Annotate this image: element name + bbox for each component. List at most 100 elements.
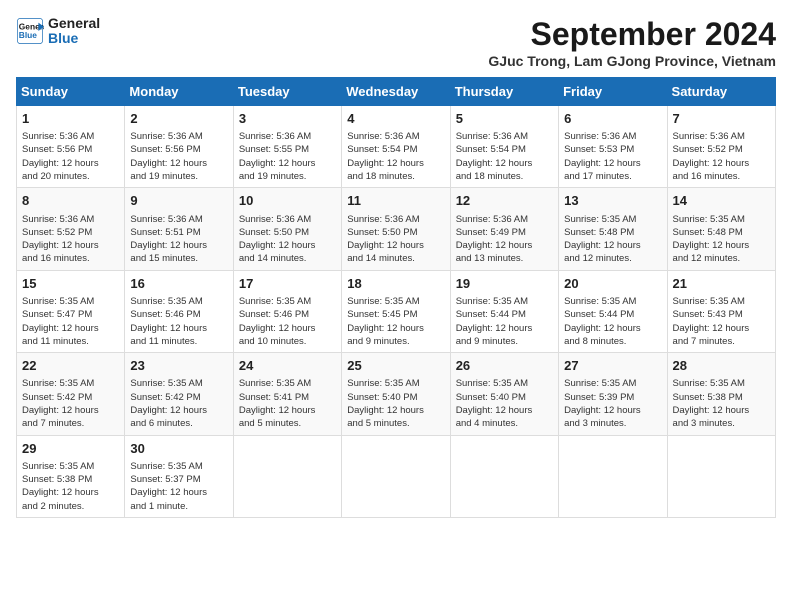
day-cell: 24 Sunrise: 5:35 AM Sunset: 5:41 PM Dayli… <box>233 353 341 435</box>
day-info: Sunrise: 5:35 AM Sunset: 5:43 PM Dayligh… <box>673 295 770 348</box>
svg-text:Blue: Blue <box>19 30 37 40</box>
week-row-4: 22 Sunrise: 5:35 AM Sunset: 5:42 PM Dayli… <box>17 353 776 435</box>
day-cell: 29 Sunrise: 5:35 AM Sunset: 5:38 PM Dayli… <box>17 435 125 517</box>
day-cell <box>667 435 775 517</box>
day-number: 24 <box>239 357 336 375</box>
day-info: Sunrise: 5:36 AM Sunset: 5:56 PM Dayligh… <box>130 130 227 183</box>
day-info: Sunrise: 5:36 AM Sunset: 5:50 PM Dayligh… <box>239 213 336 266</box>
day-number: 15 <box>22 275 119 293</box>
day-cell: 10Sunrise: 5:36 AM Sunset: 5:50 PM Dayli… <box>233 188 341 270</box>
calendar-table: SundayMondayTuesdayWednesdayThursdayFrid… <box>16 77 776 518</box>
logo-blue: Blue <box>48 31 100 46</box>
header: General Blue General Blue September 2024… <box>16 16 776 69</box>
day-number: 1 <box>22 110 119 128</box>
day-cell: 8 Sunrise: 5:36 AM Sunset: 5:52 PM Daylig… <box>17 188 125 270</box>
day-cell <box>450 435 558 517</box>
day-cell: 19 Sunrise: 5:35 AM Sunset: 5:44 PM Dayli… <box>450 270 558 352</box>
day-cell: 16 Sunrise: 5:35 AM Sunset: 5:46 PM Dayli… <box>125 270 233 352</box>
day-cell: 6 Sunrise: 5:36 AM Sunset: 5:53 PM Daylig… <box>559 106 667 188</box>
day-number: 27 <box>564 357 661 375</box>
week-row-5: 29 Sunrise: 5:35 AM Sunset: 5:38 PM Dayli… <box>17 435 776 517</box>
day-number: 3 <box>239 110 336 128</box>
week-row-2: 8 Sunrise: 5:36 AM Sunset: 5:52 PM Daylig… <box>17 188 776 270</box>
day-info: Sunrise: 5:35 AM Sunset: 5:46 PM Dayligh… <box>130 295 227 348</box>
month-title: September 2024 <box>488 16 776 53</box>
day-info: Sunrise: 5:35 AM Sunset: 5:44 PM Dayligh… <box>456 295 553 348</box>
day-number: 2 <box>130 110 227 128</box>
day-cell: 13Sunrise: 5:35 AM Sunset: 5:48 PM Dayli… <box>559 188 667 270</box>
day-number: 26 <box>456 357 553 375</box>
day-cell: 27 Sunrise: 5:35 AM Sunset: 5:39 PM Dayli… <box>559 353 667 435</box>
day-info: Sunrise: 5:36 AM Sunset: 5:49 PM Dayligh… <box>456 213 553 266</box>
day-info: Sunrise: 5:35 AM Sunset: 5:45 PM Dayligh… <box>347 295 444 348</box>
day-cell: 18 Sunrise: 5:35 AM Sunset: 5:45 PM Dayli… <box>342 270 450 352</box>
day-number: 16 <box>130 275 227 293</box>
day-info: Sunrise: 5:35 AM Sunset: 5:40 PM Dayligh… <box>456 377 553 430</box>
day-cell: 9 Sunrise: 5:36 AM Sunset: 5:51 PM Daylig… <box>125 188 233 270</box>
day-number: 11 <box>347 192 444 210</box>
day-number: 7 <box>673 110 770 128</box>
day-cell: 22Sunrise: 5:35 AM Sunset: 5:42 PM Dayli… <box>17 353 125 435</box>
day-number: 14 <box>673 192 770 210</box>
col-header-sunday: Sunday <box>17 78 125 106</box>
day-info: Sunrise: 5:36 AM Sunset: 5:52 PM Dayligh… <box>673 130 770 183</box>
day-number: 8 <box>22 192 119 210</box>
day-info: Sunrise: 5:36 AM Sunset: 5:53 PM Dayligh… <box>564 130 661 183</box>
day-info: Sunrise: 5:35 AM Sunset: 5:44 PM Dayligh… <box>564 295 661 348</box>
day-cell: 14 Sunrise: 5:35 AM Sunset: 5:48 PM Dayli… <box>667 188 775 270</box>
col-header-tuesday: Tuesday <box>233 78 341 106</box>
day-info: Sunrise: 5:35 AM Sunset: 5:46 PM Dayligh… <box>239 295 336 348</box>
day-info: Sunrise: 5:35 AM Sunset: 5:38 PM Dayligh… <box>22 460 119 513</box>
day-cell: 4 Sunrise: 5:36 AM Sunset: 5:54 PM Daylig… <box>342 106 450 188</box>
logo: General Blue General Blue <box>16 16 100 47</box>
day-number: 17 <box>239 275 336 293</box>
day-number: 20 <box>564 275 661 293</box>
col-header-wednesday: Wednesday <box>342 78 450 106</box>
day-info: Sunrise: 5:36 AM Sunset: 5:51 PM Dayligh… <box>130 213 227 266</box>
day-info: Sunrise: 5:36 AM Sunset: 5:54 PM Dayligh… <box>347 130 444 183</box>
day-number: 5 <box>456 110 553 128</box>
day-cell: 3 Sunrise: 5:36 AM Sunset: 5:55 PM Daylig… <box>233 106 341 188</box>
day-cell <box>233 435 341 517</box>
day-number: 6 <box>564 110 661 128</box>
logo-general: General <box>48 16 100 31</box>
day-cell: 11 Sunrise: 5:36 AM Sunset: 5:50 PM Dayli… <box>342 188 450 270</box>
day-cell: 30Sunrise: 5:35 AM Sunset: 5:37 PM Dayli… <box>125 435 233 517</box>
week-row-3: 15 Sunrise: 5:35 AM Sunset: 5:47 PM Dayli… <box>17 270 776 352</box>
day-number: 19 <box>456 275 553 293</box>
day-number: 13 <box>564 192 661 210</box>
day-cell: 20 Sunrise: 5:35 AM Sunset: 5:44 PM Dayli… <box>559 270 667 352</box>
day-number: 4 <box>347 110 444 128</box>
day-cell: 21 Sunrise: 5:35 AM Sunset: 5:43 PM Dayli… <box>667 270 775 352</box>
day-cell <box>559 435 667 517</box>
day-number: 30 <box>130 440 227 458</box>
day-info: Sunrise: 5:35 AM Sunset: 5:48 PM Dayligh… <box>673 213 770 266</box>
day-info: Sunrise: 5:36 AM Sunset: 5:50 PM Dayligh… <box>347 213 444 266</box>
day-number: 28 <box>673 357 770 375</box>
day-cell <box>342 435 450 517</box>
day-info: Sunrise: 5:35 AM Sunset: 5:42 PM Dayligh… <box>130 377 227 430</box>
day-number: 22 <box>22 357 119 375</box>
location-subtitle: GJuc Trong, Lam GJong Province, Vietnam <box>488 53 776 69</box>
day-number: 23 <box>130 357 227 375</box>
day-info: Sunrise: 5:36 AM Sunset: 5:55 PM Dayligh… <box>239 130 336 183</box>
day-number: 18 <box>347 275 444 293</box>
day-cell: 25 Sunrise: 5:35 AM Sunset: 5:40 PM Dayli… <box>342 353 450 435</box>
day-number: 25 <box>347 357 444 375</box>
col-header-saturday: Saturday <box>667 78 775 106</box>
col-header-thursday: Thursday <box>450 78 558 106</box>
day-info: Sunrise: 5:35 AM Sunset: 5:47 PM Dayligh… <box>22 295 119 348</box>
day-number: 29 <box>22 440 119 458</box>
day-cell: 2 Sunrise: 5:36 AM Sunset: 5:56 PM Daylig… <box>125 106 233 188</box>
day-info: Sunrise: 5:36 AM Sunset: 5:56 PM Dayligh… <box>22 130 119 183</box>
day-info: Sunrise: 5:35 AM Sunset: 5:40 PM Dayligh… <box>347 377 444 430</box>
day-info: Sunrise: 5:35 AM Sunset: 5:41 PM Dayligh… <box>239 377 336 430</box>
day-number: 21 <box>673 275 770 293</box>
day-info: Sunrise: 5:36 AM Sunset: 5:54 PM Dayligh… <box>456 130 553 183</box>
day-cell: 7 Sunrise: 5:36 AM Sunset: 5:52 PM Daylig… <box>667 106 775 188</box>
day-info: Sunrise: 5:36 AM Sunset: 5:52 PM Dayligh… <box>22 213 119 266</box>
col-header-monday: Monday <box>125 78 233 106</box>
day-info: Sunrise: 5:35 AM Sunset: 5:39 PM Dayligh… <box>564 377 661 430</box>
col-header-friday: Friday <box>559 78 667 106</box>
day-number: 9 <box>130 192 227 210</box>
